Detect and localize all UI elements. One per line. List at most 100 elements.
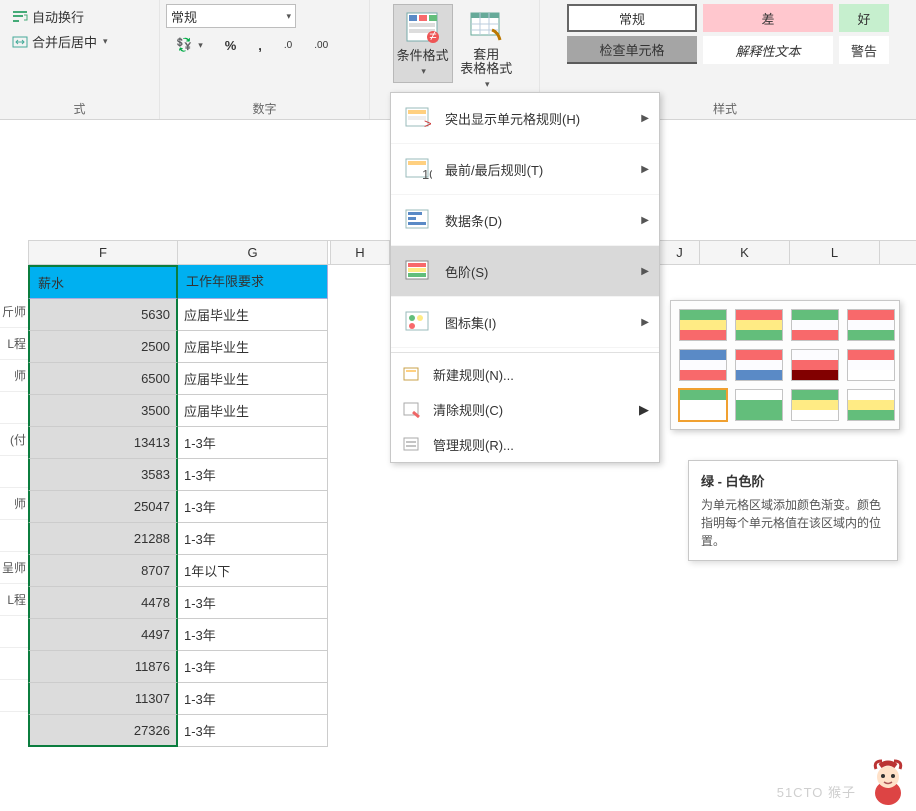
table-row: 3500应届毕业生 bbox=[28, 395, 418, 427]
chevron-down-icon: ▾ bbox=[286, 11, 291, 22]
tooltip-body: 为单元格区域添加颜色渐变。颜色指明每个单元格值在该区域内的位置。 bbox=[701, 496, 885, 550]
color-scale-swatch[interactable] bbox=[735, 389, 783, 421]
decrease-decimal-button[interactable]: .00 bbox=[308, 37, 334, 54]
merge-center-button[interactable]: 合并后居中 ▾ bbox=[6, 29, 153, 54]
col-head-K[interactable]: K bbox=[700, 241, 790, 264]
header-salary[interactable]: 薪水 bbox=[28, 265, 178, 299]
percent-button[interactable]: % bbox=[219, 35, 243, 56]
color-scale-swatch[interactable] bbox=[847, 349, 895, 381]
header-years[interactable]: 工作年限要求 bbox=[178, 265, 328, 299]
cf-highlight-rules[interactable]: > 突出显示单元格规则(H) ▶ bbox=[391, 93, 659, 144]
comma-button[interactable]: , bbox=[252, 35, 268, 56]
cell-salary[interactable]: 13413 bbox=[28, 427, 178, 459]
cell-salary[interactable]: 27326 bbox=[28, 715, 178, 747]
cell-salary[interactable]: 2500 bbox=[28, 331, 178, 363]
table-row: 44781-3年 bbox=[28, 587, 418, 619]
cf-new-rule[interactable]: 新建规则(N)... bbox=[391, 357, 659, 392]
cell-years[interactable]: 应届毕业生 bbox=[178, 395, 328, 427]
color-scales-gallery bbox=[670, 300, 900, 430]
cell-salary[interactable]: 25047 bbox=[28, 491, 178, 523]
conditional-formatting-button[interactable]: ≠ 条件格式▾ bbox=[393, 4, 453, 83]
color-scale-swatch[interactable] bbox=[735, 349, 783, 381]
currency-icon: 💱 bbox=[176, 37, 192, 53]
color-scale-swatch[interactable] bbox=[735, 309, 783, 341]
cell-salary[interactable]: 4497 bbox=[28, 619, 178, 651]
cell-years[interactable]: 1-3年 bbox=[178, 651, 328, 683]
color-scale-swatch[interactable] bbox=[847, 309, 895, 341]
table-row: 134131-3年 bbox=[28, 427, 418, 459]
color-scale-swatch[interactable] bbox=[791, 309, 839, 341]
tooltip-title: 绿 - 白色阶 bbox=[701, 471, 885, 490]
increase-decimal-button[interactable]: .0 bbox=[278, 37, 298, 54]
row-stub: L程 bbox=[0, 328, 28, 360]
cell-years[interactable]: 1-3年 bbox=[178, 683, 328, 715]
col-head-G[interactable]: G bbox=[178, 241, 328, 264]
svg-text:>: > bbox=[424, 116, 432, 130]
currency-button[interactable]: 💱▾ bbox=[170, 34, 209, 56]
cell-salary[interactable]: 8707 bbox=[28, 555, 178, 587]
cf-color-scales[interactable]: 色阶(S) ▶ bbox=[391, 246, 659, 297]
cf-clear-rules[interactable]: 清除规则(C) ▶ bbox=[391, 392, 659, 427]
style-normal[interactable]: 常规 bbox=[567, 4, 697, 32]
cf-icon-sets[interactable]: 图标集(I) ▶ bbox=[391, 297, 659, 348]
format-as-table-button[interactable]: 套用表格格式▾ bbox=[456, 4, 516, 95]
cell-years[interactable]: 1-3年 bbox=[178, 491, 328, 523]
cell-years[interactable]: 1-3年 bbox=[178, 427, 328, 459]
cell-salary[interactable]: 11307 bbox=[28, 683, 178, 715]
color-scale-swatch[interactable] bbox=[791, 389, 839, 421]
cell-salary[interactable]: 11876 bbox=[28, 651, 178, 683]
data-bars-icon bbox=[403, 207, 433, 233]
cf-top-bottom-rules[interactable]: 10 最前/最后规则(T) ▶ bbox=[391, 144, 659, 195]
cell-salary[interactable]: 3583 bbox=[28, 459, 178, 491]
cell-years[interactable]: 1年以下 bbox=[178, 555, 328, 587]
cell-years[interactable]: 应届毕业生 bbox=[178, 363, 328, 395]
cell-salary[interactable]: 5630 bbox=[28, 299, 178, 331]
cell-years[interactable]: 1-3年 bbox=[178, 619, 328, 651]
col-head-M[interactable]: M bbox=[880, 241, 916, 264]
cf-data-bars[interactable]: 数据条(D) ▶ bbox=[391, 195, 659, 246]
number-format-combo[interactable]: 常规 ▾ bbox=[166, 4, 296, 28]
style-bad[interactable]: 差 bbox=[703, 4, 833, 32]
table-row: 273261-3年 bbox=[28, 715, 418, 747]
style-good[interactable]: 好 bbox=[839, 4, 889, 32]
cell-salary[interactable]: 6500 bbox=[28, 363, 178, 395]
cell-years[interactable]: 1-3年 bbox=[178, 459, 328, 491]
table-row: 118761-3年 bbox=[28, 651, 418, 683]
style-warning[interactable]: 警告 bbox=[839, 36, 889, 64]
color-scale-swatch[interactable] bbox=[679, 389, 727, 421]
col-head-L[interactable]: L bbox=[790, 241, 880, 264]
cell-years[interactable]: 1-3年 bbox=[178, 715, 328, 747]
cell-years[interactable]: 应届毕业生 bbox=[178, 331, 328, 363]
color-scale-swatch[interactable] bbox=[679, 309, 727, 341]
group-alignment: 自动换行 合并后居中 ▾ 式 bbox=[0, 0, 160, 119]
color-scale-swatch[interactable] bbox=[847, 389, 895, 421]
cell-years[interactable]: 1-3年 bbox=[178, 587, 328, 619]
chevron-down-icon: ▾ bbox=[421, 66, 426, 76]
table-row: 113071-3年 bbox=[28, 683, 418, 715]
col-head-J[interactable]: J bbox=[660, 241, 700, 264]
cell-salary[interactable]: 3500 bbox=[28, 395, 178, 427]
row-stub: 师 bbox=[0, 488, 28, 520]
chevron-down-icon: ▾ bbox=[103, 36, 108, 47]
group-label-alignment: 式 bbox=[0, 100, 159, 117]
style-check-cell[interactable]: 检查单元格 bbox=[567, 36, 697, 64]
wrap-text-button[interactable]: 自动换行 bbox=[6, 4, 153, 29]
highlight-rules-icon: > bbox=[403, 105, 433, 131]
conditional-formatting-menu: > 突出显示单元格规则(H) ▶ 10 最前/最后规则(T) ▶ 数据条(D) … bbox=[390, 92, 660, 463]
cell-years[interactable]: 应届毕业生 bbox=[178, 299, 328, 331]
table-row: 250471-3年 bbox=[28, 491, 418, 523]
cell-years[interactable]: 1-3年 bbox=[178, 523, 328, 555]
cell-salary[interactable]: 21288 bbox=[28, 523, 178, 555]
cf-manage-rules[interactable]: 管理规则(R)... bbox=[391, 427, 659, 462]
merge-label: 合并后居中 bbox=[32, 32, 97, 51]
style-explanatory[interactable]: 解释性文本 bbox=[703, 36, 833, 64]
color-scale-swatch[interactable] bbox=[791, 349, 839, 381]
row-stubs: 斤师L程师(付师呈师L程 bbox=[0, 296, 28, 712]
chevron-right-icon: ▶ bbox=[641, 266, 649, 277]
color-scale-swatch[interactable] bbox=[679, 349, 727, 381]
chevron-right-icon: ▶ bbox=[641, 164, 649, 175]
col-head-F[interactable]: F bbox=[28, 241, 178, 264]
cell-salary[interactable]: 4478 bbox=[28, 587, 178, 619]
watermark: 51CTO 猴子 bbox=[777, 782, 856, 801]
chevron-right-icon: ▶ bbox=[641, 215, 649, 226]
